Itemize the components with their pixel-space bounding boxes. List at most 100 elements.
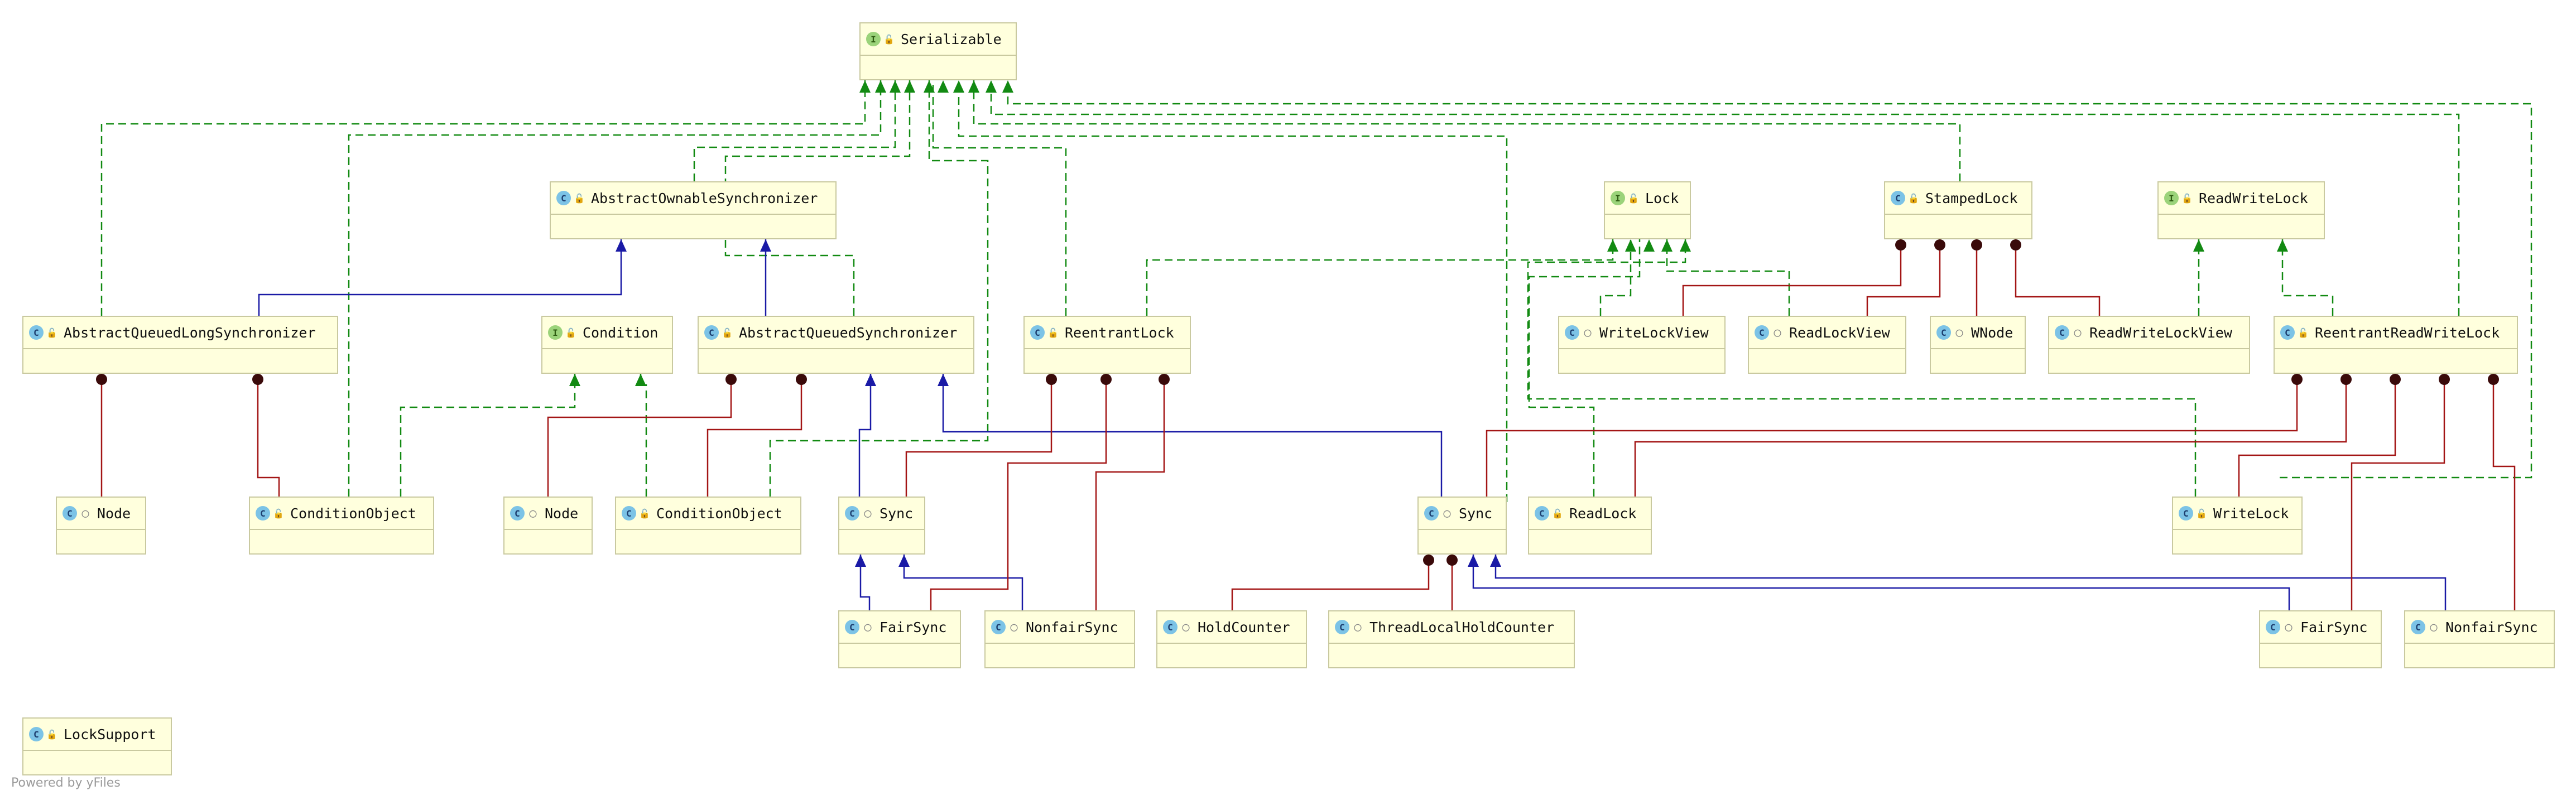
node-nonfairsync-reentrantlock[interactable]: C ○ NonfairSync bbox=[984, 610, 1135, 668]
inner-class-edge bbox=[1486, 374, 2298, 497]
node-holdcounter[interactable]: C ○ HoldCounter bbox=[1156, 610, 1307, 668]
node-name: WriteLock bbox=[2213, 505, 2289, 522]
package-visibility-icon: ○ bbox=[2430, 620, 2438, 634]
inner-class-anchor bbox=[1934, 239, 1945, 250]
public-visibility-icon: 🔓 bbox=[46, 729, 57, 740]
package-visibility-icon: ○ bbox=[1443, 506, 1451, 521]
node-name: LockSupport bbox=[64, 726, 156, 743]
node-conditionobject-aqs[interactable]: C 🔓 ConditionObject bbox=[615, 497, 801, 555]
node-serializable[interactable]: I 🔓 Serializable bbox=[859, 22, 1017, 80]
node-name: AbstractOwnableSynchronizer bbox=[591, 190, 818, 206]
node-name: WriteLockView bbox=[1599, 324, 1709, 341]
interface-icon: I bbox=[2164, 191, 2179, 205]
inner-class-anchor bbox=[1046, 374, 1057, 385]
inner-class-anchor bbox=[2439, 374, 2450, 385]
implements-arrowhead bbox=[569, 374, 580, 386]
inner-class-edge bbox=[1866, 239, 1941, 316]
implements-arrowhead bbox=[1661, 239, 1673, 252]
static-class-icon: C bbox=[2266, 620, 2280, 634]
node-fairsync-rrwl[interactable]: C ○ FairSync bbox=[2259, 610, 2382, 668]
public-visibility-icon: 🔓 bbox=[574, 192, 585, 204]
implements-readwritelock-edge bbox=[2281, 239, 2334, 316]
node-stampedlock[interactable]: C 🔓 StampedLock bbox=[1884, 181, 2032, 239]
implements-arrowhead bbox=[904, 80, 915, 93]
node-lock[interactable]: I 🔓 Lock bbox=[1604, 181, 1691, 239]
node-aqs[interactable]: C 🔓 AbstractQueuedSynchronizer bbox=[698, 316, 974, 374]
static-class-icon: C bbox=[845, 620, 859, 634]
node-conditionobject-aqls[interactable]: C 🔓 ConditionObject bbox=[249, 497, 434, 555]
node-writelockview[interactable]: C ○ WriteLockView bbox=[1558, 316, 1726, 374]
static-class-icon: C bbox=[1335, 620, 1349, 634]
node-name: ReadWriteLock bbox=[2199, 190, 2308, 206]
implements-arrowhead bbox=[1643, 239, 1655, 252]
package-visibility-icon: ○ bbox=[81, 506, 89, 521]
node-name: Sync bbox=[1459, 505, 1493, 522]
node-threadlocalholdcounter[interactable]: C ○ ThreadLocalHoldCounter bbox=[1328, 610, 1575, 668]
extends-arrowhead bbox=[760, 239, 771, 252]
class-icon: C bbox=[2280, 325, 2295, 340]
package-visibility-icon: ○ bbox=[864, 506, 872, 521]
extends-arrowhead bbox=[865, 374, 876, 386]
implements-arrowhead bbox=[986, 80, 997, 93]
node-name: ConditionObject bbox=[290, 505, 416, 522]
node-readlock[interactable]: C 🔓 ReadLock bbox=[1528, 497, 1652, 555]
node-readlockview[interactable]: C ○ ReadLockView bbox=[1748, 316, 1906, 374]
public-visibility-icon: 🔓 bbox=[1047, 327, 1059, 338]
node-name: AbstractQueuedSynchronizer bbox=[739, 324, 958, 341]
extends-arrowhead bbox=[1468, 555, 1479, 567]
implements-arrowhead bbox=[859, 80, 871, 93]
node-writelock[interactable]: C 🔓 WriteLock bbox=[2172, 497, 2303, 555]
node-reentrantlock[interactable]: C 🔓 ReentrantLock bbox=[1023, 316, 1191, 374]
extends-arrowhead bbox=[898, 555, 910, 567]
node-readwritelock[interactable]: I 🔓 ReadWriteLock bbox=[2157, 181, 2325, 239]
node-nonfairsync-rrwl[interactable]: C ○ NonfairSync bbox=[2404, 610, 2555, 668]
public-visibility-icon: 🔓 bbox=[2298, 327, 2309, 338]
node-locksupport[interactable]: C 🔓 LockSupport bbox=[22, 717, 172, 775]
node-condition[interactable]: I 🔓 Condition bbox=[541, 316, 673, 374]
node-name: ReadWriteLockView bbox=[2089, 324, 2232, 341]
static-class-icon: C bbox=[510, 506, 525, 521]
node-aqls[interactable]: C 🔓 AbstractQueuedLongSynchronizer bbox=[22, 316, 338, 374]
implements-lock-edge bbox=[1146, 239, 1614, 316]
package-visibility-icon: ○ bbox=[1010, 620, 1018, 634]
inner-class-edge bbox=[905, 374, 1052, 497]
node-node-aqs[interactable]: C ○ Node bbox=[503, 497, 593, 555]
public-visibility-icon: 🔓 bbox=[1552, 508, 1563, 519]
package-visibility-icon: ○ bbox=[1182, 620, 1190, 634]
node-aos[interactable]: C 🔓 AbstractOwnableSynchronizer bbox=[550, 181, 837, 239]
node-fairsync-reentrantlock[interactable]: C ○ FairSync bbox=[838, 610, 961, 668]
inner-class-anchor bbox=[96, 374, 107, 385]
implements-serializable-edge bbox=[348, 80, 882, 497]
public-visibility-icon: 🔓 bbox=[722, 327, 733, 338]
extends-edge bbox=[903, 555, 1023, 610]
inner-class-edge bbox=[930, 374, 1107, 610]
implements-arrowhead bbox=[875, 80, 886, 93]
node-name: FairSync bbox=[2300, 619, 2368, 635]
node-wnode[interactable]: C ○ WNode bbox=[1930, 316, 2026, 374]
node-name: ReadLock bbox=[1569, 505, 1637, 522]
node-name: Condition bbox=[583, 324, 659, 341]
inner-class-anchor bbox=[796, 374, 807, 385]
implements-arrowhead bbox=[1625, 239, 1636, 252]
node-node-aqls[interactable]: C ○ Node bbox=[56, 497, 146, 555]
implements-arrowhead bbox=[2277, 239, 2288, 252]
footer-credit: Powered by yFiles bbox=[11, 776, 121, 790]
inner-class-edge bbox=[2351, 374, 2445, 610]
inner-class-edge bbox=[707, 374, 802, 497]
package-visibility-icon: ○ bbox=[864, 620, 872, 634]
node-sync-reentrantlock[interactable]: C ○ Sync bbox=[838, 497, 925, 555]
class-icon: C bbox=[256, 506, 270, 521]
inner-class-anchor bbox=[252, 374, 263, 385]
node-rrwl[interactable]: C 🔓 ReentrantReadWriteLock bbox=[2274, 316, 2518, 374]
package-visibility-icon: ○ bbox=[1774, 325, 1781, 340]
class-diagram-edges bbox=[96, 80, 2532, 610]
inner-class-edge bbox=[2015, 239, 2101, 316]
node-name: Node bbox=[97, 505, 131, 522]
public-visibility-icon: 🔓 bbox=[1908, 192, 1919, 204]
class-icon: C bbox=[29, 727, 44, 741]
class-icon: C bbox=[29, 325, 44, 340]
inner-class-edge bbox=[1682, 239, 1902, 316]
node-readwritelockview[interactable]: C ○ ReadWriteLockView bbox=[2048, 316, 2250, 374]
node-sync-rrwl[interactable]: C ○ Sync bbox=[1417, 497, 1507, 555]
implements-arrowhead bbox=[890, 80, 901, 93]
